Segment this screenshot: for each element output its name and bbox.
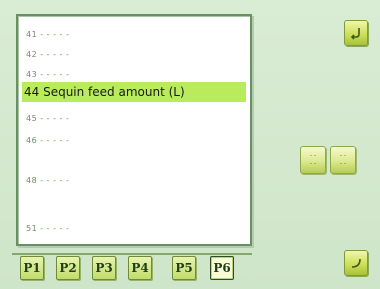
list-item[interactable]: 41 - - - - -	[24, 24, 246, 44]
list-item[interactable]: 48 - - - - -	[24, 170, 246, 190]
screen: 41 - - - - - 42 - - - - - 43 - - - - - 4…	[0, 0, 380, 289]
return-button[interactable]	[344, 20, 368, 46]
tab-p5[interactable]: P5	[172, 256, 196, 280]
list-item[interactable]: 51 - - - - -	[24, 218, 246, 238]
enter-button[interactable]	[344, 250, 368, 276]
increase-button-line1: - -	[339, 152, 347, 159]
decrease-button-line1: - -	[309, 152, 317, 159]
parameter-list: 41 - - - - - 42 - - - - - 43 - - - - - 4…	[16, 14, 252, 246]
tab-p2[interactable]: P2	[56, 256, 80, 280]
tab-p3[interactable]: P3	[92, 256, 116, 280]
list-item-selected[interactable]: 44 Sequin feed amount (L)	[22, 82, 246, 102]
return-arrow-icon	[350, 28, 360, 40]
increase-button[interactable]: - - - -	[330, 146, 356, 174]
list-item[interactable]: 45 - - - - -	[24, 108, 246, 128]
tab-p4[interactable]: P4	[128, 256, 152, 280]
enter-arrow-icon	[351, 258, 361, 268]
decrease-button-line2: - -	[309, 160, 317, 167]
increase-button-line2: - -	[339, 160, 347, 167]
tab-p1[interactable]: P1	[20, 256, 44, 280]
tab-p6[interactable]: P6	[210, 256, 234, 280]
list-item[interactable]: 42 - - - - -	[24, 44, 246, 64]
tab-bar-divider	[12, 253, 252, 255]
list-item[interactable]: 46 - - - - -	[24, 130, 246, 150]
list-item[interactable]: 43 - - - - -	[24, 64, 246, 84]
decrease-button[interactable]: - - - -	[300, 146, 326, 174]
